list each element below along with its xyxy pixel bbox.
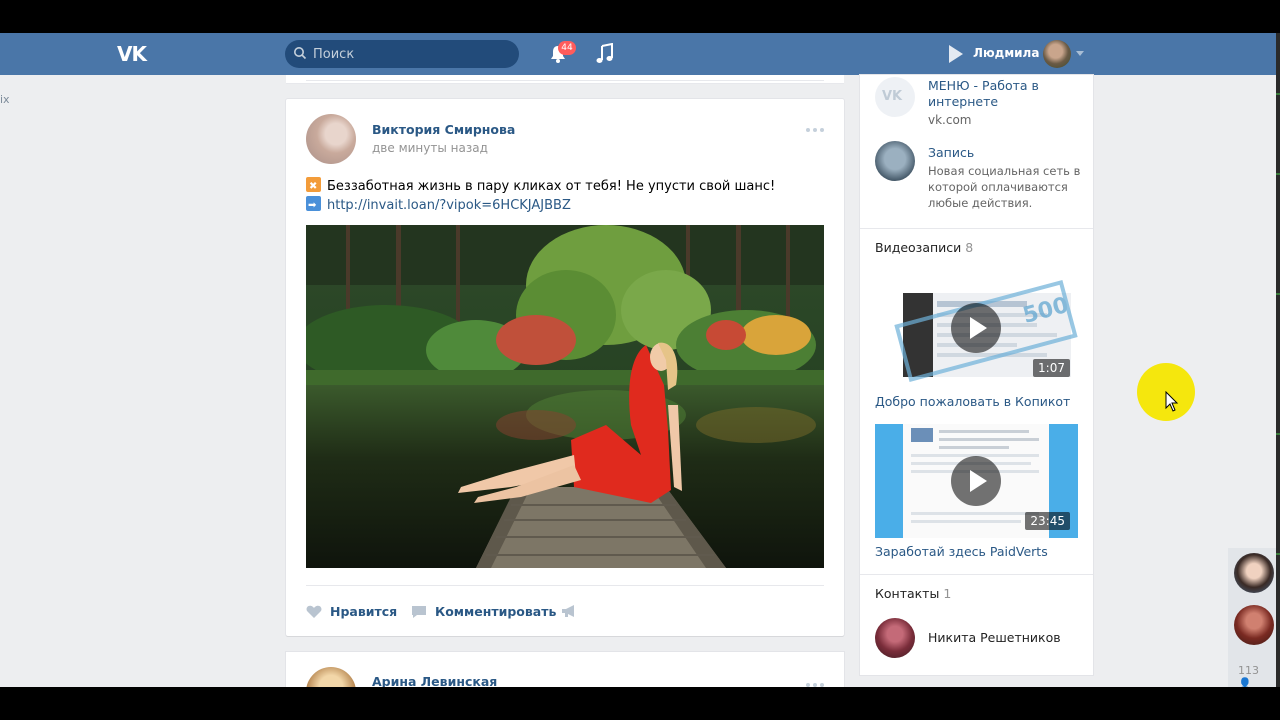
top-letterbox: [0, 0, 1280, 33]
vk-logo-icon: VK: [882, 89, 903, 104]
mouse-cursor-icon: [1165, 391, 1179, 412]
more-options-icon[interactable]: [805, 127, 825, 133]
video-thumbnail[interactable]: 500 1:07: [875, 271, 1078, 385]
play-icon[interactable]: [951, 456, 1001, 506]
right-edge-scrollbar[interactable]: [1276, 33, 1280, 687]
left-menu-partial-text[interactable]: ix: [0, 93, 10, 106]
previous-post-bottom: [286, 75, 844, 84]
right-column: VK МЕНЮ - Работа в интернете vk.com Запи…: [860, 75, 1093, 675]
post-link[interactable]: http://invait.loan/?vipok=6HCKJAJBBZ: [327, 198, 571, 213]
like-button[interactable]: Нравится: [306, 604, 397, 619]
online-count-value: 113: [1238, 664, 1259, 677]
notifications-badge: 44: [558, 41, 576, 55]
chevron-down-icon[interactable]: [1076, 51, 1084, 57]
search-input[interactable]: [313, 44, 513, 64]
player-play-icon[interactable]: [947, 44, 965, 64]
post-divider: [306, 585, 824, 586]
vk-page: VK 44 Людмила: [0, 33, 1280, 687]
woman-on-pier-photo: [306, 225, 824, 568]
contact-avatar[interactable]: [875, 618, 915, 658]
search-box[interactable]: [285, 40, 519, 68]
arrow-right-emoji-icon: [306, 196, 321, 215]
search-icon: [294, 47, 307, 60]
videos-header[interactable]: Видеозаписи 8: [875, 240, 973, 255]
wall-post-next: Арина Левинская: [286, 652, 844, 687]
post-author-name[interactable]: Арина Левинская: [372, 674, 497, 687]
top-header: VK 44 Людмила: [0, 33, 1276, 75]
chat-dock: 113 👤: [1228, 548, 1276, 687]
vk-logo[interactable]: VK: [117, 42, 151, 66]
link-title[interactable]: Запись: [928, 145, 1078, 161]
post-text-line: Беззаботная жизнь в пару кликах от тебя!…: [327, 179, 776, 194]
divider: [860, 228, 1093, 229]
video-title[interactable]: Заработай здесь PaidVerts: [875, 544, 1048, 559]
link-title[interactable]: МЕНЮ - Работа в интернете: [928, 78, 1078, 110]
cross-emoji-icon: [306, 177, 321, 196]
play-icon[interactable]: [951, 303, 1001, 353]
music-icon[interactable]: [595, 43, 615, 65]
link-url: vk.com: [928, 113, 972, 127]
post-text: Беззаботная жизнь в пару кликах от тебя!…: [306, 177, 826, 215]
chat-avatar[interactable]: [1234, 553, 1274, 593]
link-description: Новая социальная сеть в которой оплачива…: [928, 164, 1081, 210]
post-time[interactable]: две минуты назад: [372, 141, 488, 155]
contacts-count: 1: [943, 586, 952, 601]
post-author-avatar[interactable]: [306, 114, 356, 164]
bottom-letterbox: [0, 687, 1280, 720]
comment-icon: [412, 605, 426, 618]
videos-count: 8: [965, 240, 974, 255]
contacts-label: Контакты: [875, 586, 940, 601]
video-duration: 1:07: [1033, 359, 1070, 377]
vk-link-avatar[interactable]: VK: [875, 77, 915, 117]
video-duration: 23:45: [1025, 512, 1070, 530]
post-link-avatar[interactable]: [875, 141, 915, 181]
person-icon: 👤: [1238, 677, 1252, 687]
divider: [860, 574, 1093, 575]
heart-icon: [306, 605, 322, 618]
like-label: Нравится: [330, 604, 398, 619]
share-button[interactable]: [561, 604, 585, 618]
post-photo[interactable]: [306, 225, 824, 568]
online-count[interactable]: 113 👤: [1238, 664, 1276, 687]
comment-label: Комментировать: [435, 604, 557, 619]
video-thumbnail[interactable]: 23:45: [875, 424, 1078, 538]
video-title[interactable]: Добро пожаловать в Копикот: [875, 394, 1070, 409]
user-avatar[interactable]: [1043, 40, 1071, 68]
user-name[interactable]: Людмила: [973, 46, 1039, 60]
chat-avatar[interactable]: [1234, 605, 1274, 645]
contacts-header[interactable]: Контакты 1: [875, 586, 951, 601]
post-author-avatar[interactable]: [306, 667, 356, 687]
post-author-name[interactable]: Виктория Смирнова: [372, 122, 515, 137]
megaphone-icon: [562, 605, 574, 617]
wall-post: Виктория Смирнова две минуты назад Безза…: [286, 99, 844, 636]
contact-name[interactable]: Никита Решетников: [928, 630, 1078, 646]
videos-label: Видеозаписи: [875, 240, 962, 255]
comment-button[interactable]: Комментировать: [411, 604, 556, 619]
